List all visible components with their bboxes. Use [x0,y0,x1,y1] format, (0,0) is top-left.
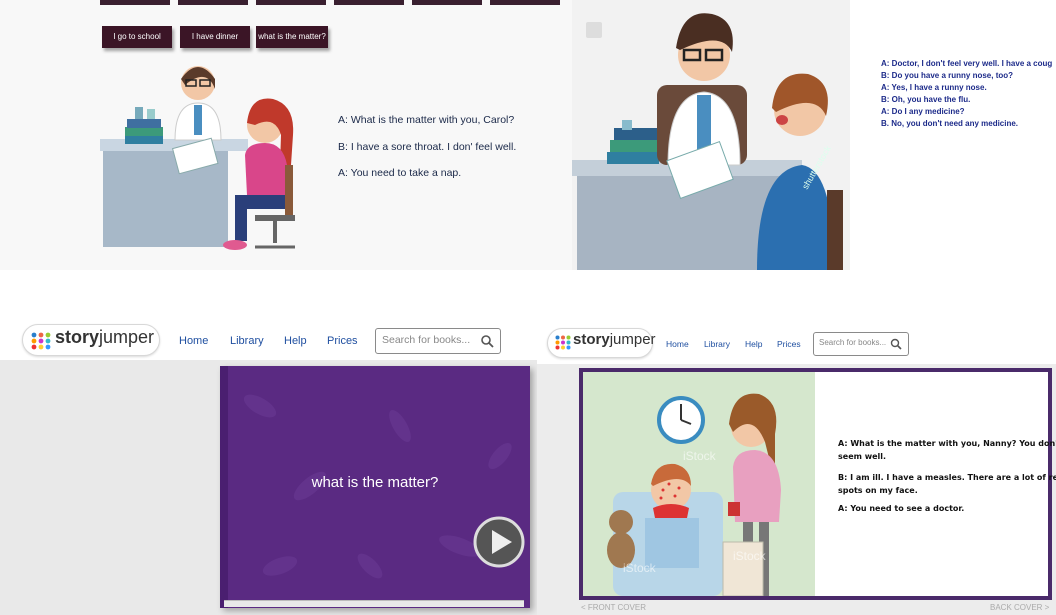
watermark-text: iStock [733,549,767,563]
nav-library-link[interactable]: Library [704,339,730,349]
logo-dots-icon [31,332,51,350]
watermark-text: iStock [623,561,657,575]
logo-jumper: jumper [609,331,656,348]
book-left-page[interactable]: iStock iStock iStock [583,372,815,596]
top-tab-strip [100,0,170,5]
nav-home-link[interactable]: Home [179,335,208,347]
top-tab-strip [490,0,560,5]
watermark-text: iStock [683,449,717,463]
page-text-line: A: What is the matter with you, Nanny? Y… [838,439,1056,448]
search-input[interactable]: Search for books... [375,328,501,354]
sick-child-illustration: iStock iStock iStock [583,372,815,596]
search-icon[interactable] [890,338,902,350]
have-dinner-button[interactable]: I have dinner [180,26,250,48]
storyjumper-header: storyjumper Home Library Help Prices Sea… [537,322,1056,364]
nav-prices-link[interactable]: Prices [327,335,358,347]
search-icon[interactable] [480,334,494,348]
dialogue-line: B: Oh, you have the flu. [881,95,971,104]
slide-panel-doctor-carol: I go to school I have dinner what is the… [0,0,572,270]
go-to-school-button[interactable]: I go to school [102,26,172,48]
book-cover[interactable]: what is the matter? [220,366,530,608]
page-text-line: A: You need to see a doctor. [838,504,965,513]
what-is-the-matter-button[interactable]: what is the matter? [256,26,328,48]
book-title: what is the matter? [311,474,439,491]
dialogue-line: A: What is the matter with you, Carol? [338,114,515,126]
nav-help-link[interactable]: Help [745,339,762,349]
nav-home-link[interactable]: Home [666,339,689,349]
doctor-boy-illustration: shutterstock [572,13,843,270]
shutterstock-doctor-image: shutterstock [572,0,850,270]
page-text-line: B: I am ill. I have a measles. There are… [838,473,1056,482]
book-pages-edge [224,600,524,607]
logo-text: storyjumper [55,327,154,348]
page-text-line: seem well. [838,452,887,461]
dialogue-line: A: You need to take a nap. [338,167,462,179]
play-icon[interactable] [473,516,525,568]
top-tab-strip [334,0,404,5]
storyjumper-book-page-screen: storyjumper Home Library Help Prices Sea… [537,322,1056,615]
search-input[interactable]: Search for books... [813,332,909,356]
top-tab-strip [256,0,326,5]
logo-dots-icon [555,335,571,350]
logo-jumper: jumper [99,327,155,347]
front-cover-link[interactable]: < FRONT COVER [581,603,646,612]
nav-help-link[interactable]: Help [284,335,307,347]
search-placeholder: Search for books... [382,334,471,346]
nav-library-link[interactable]: Library [230,335,264,347]
logo-story: story [55,327,100,347]
page-text-line: spots on my face. [838,486,918,495]
top-tab-strip [178,0,248,5]
dialogue-line: B. No, you don't need any medicine. [881,119,1019,128]
top-tab-strip [412,0,482,5]
logo-text: storyjumper [573,331,656,348]
dialogue-line: A: Do I any medicine? [881,107,965,116]
nav-prices-link[interactable]: Prices [777,339,801,349]
dialogue-line: A: Doctor, I don't feel very well. I hav… [881,59,1053,68]
storyjumper-book-cover-screen: storyjumper Home Library Help Prices Sea… [0,318,537,615]
logo-story: story [573,331,610,348]
search-placeholder: Search for books... [819,338,887,347]
dialogue-line: B: I have a sore throat. I don' feel wel… [338,141,517,153]
storyjumper-header: storyjumper Home Library Help Prices Sea… [0,318,537,360]
book-right-page[interactable]: 4 [815,372,1048,596]
back-cover-link[interactable]: BACK COVER > [990,603,1049,612]
dialogue-line: A: Yes, I have a runny nose. [881,83,987,92]
dialogue-line: B: Do you have a runny nose, too? [881,71,1014,80]
doctor-patient-illustration [100,66,295,250]
